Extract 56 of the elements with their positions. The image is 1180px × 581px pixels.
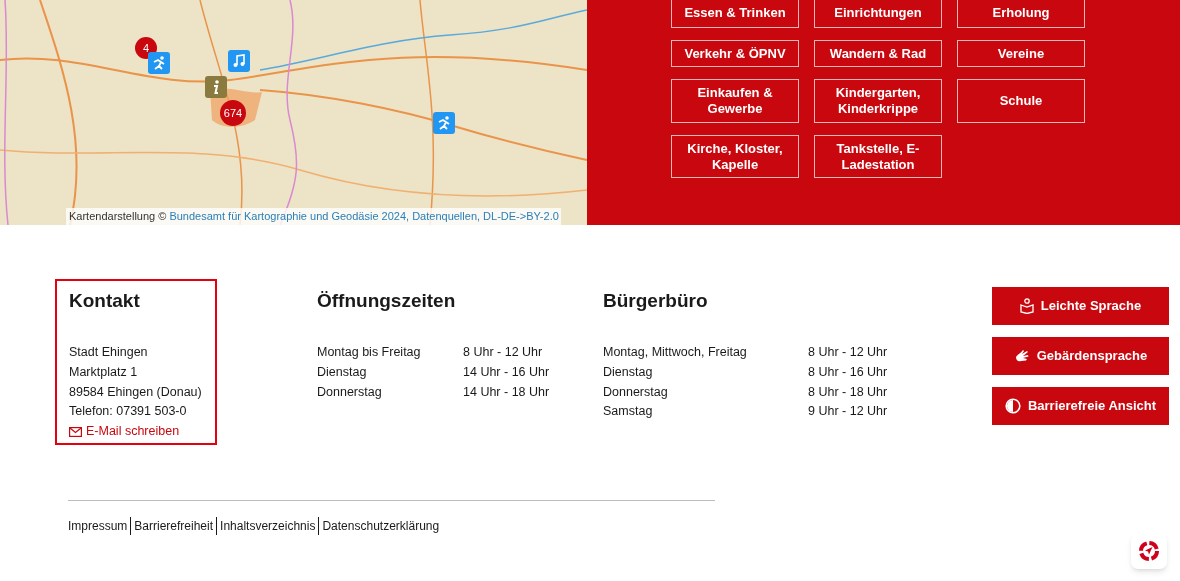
accessibility-button[interactable]: Gebärdensprache	[992, 337, 1169, 375]
music-note-icon	[231, 53, 247, 69]
contact-line: Stadt Ehingen	[69, 344, 149, 361]
contrast-icon	[1004, 398, 1021, 414]
map-pin[interactable]	[228, 50, 250, 72]
opening-time: 9 Uhr - 12 Uhr	[808, 403, 889, 421]
category-button[interactable]: Kindergarten, Kinderkrippe	[814, 79, 942, 123]
map-pin[interactable]	[148, 52, 170, 74]
map-panel[interactable]: 4 674 Kartendarstellung © Bundesamt für Kartographie und Geodäsie 2024, Datenquellen, DL-DE->BY-2.0	[0, 0, 587, 225]
contact-line: Marktplatz 1	[69, 363, 139, 381]
attribution-link[interactable]: Bundesamt für Kartographie und Geodäsie 2024, Datenquellen, DL-DE->BY-2.0	[169, 208, 559, 225]
hand-signing-icon	[1013, 348, 1030, 364]
weekday-label: Donnerstag	[317, 383, 383, 401]
hours-heading: Öffnungszeiten	[317, 289, 457, 313]
opening-time: 8 Uhr - 12 Uhr	[808, 344, 889, 361]
opening-time: 14 Uhr - 18 Uhr	[463, 383, 551, 401]
map-pin[interactable]	[205, 76, 227, 98]
accessibility-button[interactable]: Leichte Sprache	[992, 287, 1169, 325]
attribution-text: Kartendarstellung ©	[69, 209, 167, 224]
contact-heading: Kontakt	[69, 289, 141, 313]
footer-link[interactable]: Datenschutzerklärung	[318, 517, 440, 535]
runner-icon	[151, 55, 167, 71]
weekday-label: Dienstag	[317, 363, 368, 381]
weekday-label: Dienstag	[603, 363, 654, 381]
category-button[interactable]: Einkaufen & Gewerbe	[671, 79, 799, 123]
weekday-label: Donnerstag	[603, 383, 669, 401]
opening-time: 8 Uhr - 12 Uhr	[463, 344, 544, 361]
footer-link[interactable]: Barrierefreiheit	[130, 517, 214, 535]
email-link[interactable]: E-Mail schreiben	[69, 422, 211, 442]
category-button[interactable]: Essen & Trinken	[671, 0, 799, 28]
category-button[interactable]: Wandern & Rad	[814, 40, 942, 67]
accessibility-button[interactable]: Barrierefreie Ansicht	[992, 387, 1169, 425]
weekday-label: Montag, Mittwoch, Freitag	[603, 344, 748, 361]
map-pin[interactable]	[433, 112, 455, 134]
category-button[interactable]: Kirche, Kloster, Kapelle	[671, 135, 799, 178]
contact-line: Telefon: 07391 503-0	[69, 403, 188, 421]
runner-icon	[436, 115, 452, 131]
category-button[interactable]: Vereine	[957, 40, 1085, 67]
opening-time: 8 Uhr - 18 Uhr	[808, 383, 889, 401]
category-button[interactable]: Schule	[957, 79, 1085, 123]
locator-button[interactable]	[1131, 533, 1167, 569]
hours-heading: Bürgerbüro	[603, 289, 709, 313]
category-button[interactable]: Verkehr & ÖPNV	[671, 40, 799, 67]
footer-link[interactable]: Inhaltsverzeichnis	[216, 517, 316, 535]
contact-line: 89584 Ehingen (Donau)	[69, 383, 203, 401]
category-button[interactable]: Tankstelle, E-Ladestation	[814, 135, 942, 178]
opening-time: 14 Uhr - 16 Uhr	[463, 363, 551, 381]
weekday-label: Montag bis Freitag	[317, 344, 422, 361]
footer-link[interactable]: Impressum	[68, 517, 128, 535]
target-icon	[1138, 540, 1160, 562]
mail-icon	[69, 427, 82, 438]
reading-person-icon	[1019, 298, 1034, 314]
category-button[interactable]: Einrichtungen	[814, 0, 942, 28]
category-button[interactable]: Erholung	[957, 0, 1085, 28]
opening-time: 8 Uhr - 16 Uhr	[808, 363, 889, 381]
weekday-label: Samstag	[603, 403, 654, 421]
